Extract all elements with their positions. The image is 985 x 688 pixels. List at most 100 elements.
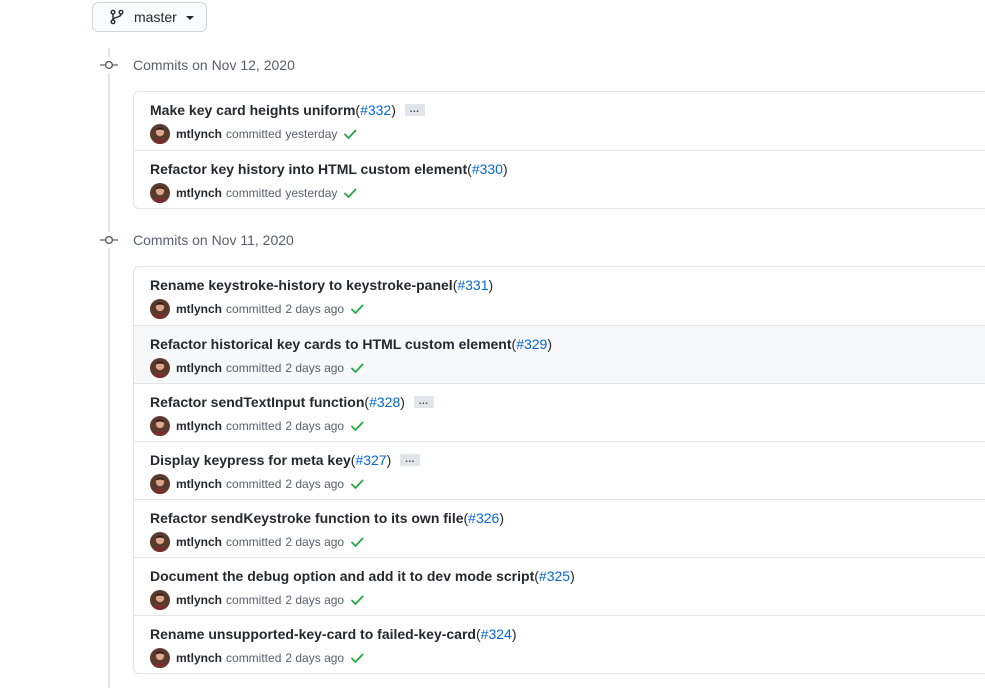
pr-close-paren: ) [391,102,396,118]
relative-time: 2 days ago [285,302,345,316]
commit-row: Display keypress for meta key (#327)… mtl… [134,441,985,499]
author-link[interactable]: mtlynch [176,477,222,491]
avatar[interactable] [150,358,170,378]
commit-message-link[interactable]: Refactor key history into HTML custom el… [150,161,467,177]
pull-request-link[interactable]: #326 [468,510,499,526]
git-commit-icon [100,232,118,248]
author-link[interactable]: mtlynch [176,127,222,141]
branch-name: master [134,9,177,25]
commit-title: Refactor sendTextInput function (#328)… [150,394,434,410]
avatar[interactable] [150,532,170,552]
commit-meta: mtlynch committed 2 days ago [150,590,364,610]
check-icon[interactable] [350,361,364,375]
relative-time: yesterday [285,186,338,200]
author-link[interactable]: mtlynch [176,419,222,433]
commit-title: Make key card heights uniform (#332)… [150,102,425,118]
commit-message-link[interactable]: Refactor historical key cards to HTML cu… [150,336,512,352]
pr-close-paren: ) [400,394,405,410]
commit-row: Document the debug option and add it to … [134,557,985,615]
git-commit-icon [100,57,118,73]
pull-request-link[interactable]: #330 [472,161,503,177]
avatar[interactable] [150,416,170,436]
commit-list: Rename keystroke-history to keystroke-pa… [133,266,985,674]
pull-request-link[interactable]: #325 [539,568,570,584]
commit-message-link[interactable]: Rename unsupported-key-card to failed-ke… [150,626,476,642]
pull-request-link[interactable]: #328 [369,394,400,410]
avatar[interactable] [150,124,170,144]
commit-verb: committed [226,302,282,316]
commit-message-link[interactable]: Document the debug option and add it to … [150,568,534,584]
git-branch-icon [109,9,125,25]
avatar[interactable] [150,474,170,494]
expand-message-button[interactable]: … [400,454,421,466]
commit-row: Rename unsupported-key-card to failed-ke… [134,615,985,673]
branch-select-button[interactable]: master [92,2,207,32]
chevron-down-icon [185,16,194,20]
relative-time: yesterday [285,127,338,141]
commit-verb: committed [226,535,282,549]
check-icon[interactable] [350,535,364,549]
author-link[interactable]: mtlynch [176,302,222,316]
check-icon[interactable] [343,186,357,200]
relative-time: 2 days ago [285,477,345,491]
author-link[interactable]: mtlynch [176,593,222,607]
pull-request-link[interactable]: #327 [355,452,386,468]
commit-row: Make key card heights uniform (#332)… mtl… [134,92,985,150]
check-icon[interactable] [350,477,364,491]
avatar[interactable] [150,590,170,610]
commit-title: Document the debug option and add it to … [150,568,575,584]
commit-title: Rename unsupported-key-card to failed-ke… [150,626,516,642]
pr-close-paren: ) [502,161,508,177]
commit-title: Display keypress for meta key (#327)… [150,452,421,468]
pull-request-link[interactable]: #332 [360,102,391,118]
commit-verb: committed [226,361,282,375]
relative-time: 2 days ago [285,651,345,665]
pr-close-paren: ) [570,568,575,584]
commit-row: Rename keystroke-history to keystroke-pa… [134,267,985,325]
check-icon[interactable] [350,419,364,433]
author-link[interactable]: mtlynch [176,361,222,375]
commit-title: Refactor sendKeystroke function to its o… [150,510,504,526]
commit-message-link[interactable]: Rename keystroke-history to keystroke-pa… [150,277,453,293]
commit-group-date: Commits on Nov 11, 2020 [133,232,294,248]
commit-verb: committed [226,593,282,607]
commit-message-link[interactable]: Display keypress for meta key [150,452,351,468]
check-icon[interactable] [350,651,364,665]
pr-close-paren: ) [511,626,517,642]
commit-verb: committed [226,477,282,491]
commit-title: Refactor historical key cards to HTML cu… [150,336,552,352]
avatar[interactable] [150,183,170,203]
commit-verb: committed [226,651,282,665]
commit-verb: committed [226,127,282,141]
pr-close-paren: ) [386,452,392,468]
commit-group-date: Commits on Nov 12, 2020 [133,57,295,73]
commit-message-link[interactable]: Refactor sendTextInput function [150,394,364,410]
expand-message-button[interactable]: … [404,104,425,116]
check-icon[interactable] [343,127,357,141]
commit-meta: mtlynch committed 2 days ago [150,648,364,668]
commit-meta: mtlynch committed 2 days ago [150,299,364,319]
pull-request-link[interactable]: #331 [457,277,488,293]
commit-verb: committed [226,419,282,433]
commit-row: Refactor key history into HTML custom el… [134,150,985,208]
commit-row: Refactor historical key cards to HTML cu… [134,325,985,383]
check-icon[interactable] [350,302,364,316]
avatar[interactable] [150,299,170,319]
commit-message-link[interactable]: Refactor sendKeystroke function to its o… [150,510,464,526]
commit-meta: mtlynch committed 2 days ago [150,358,364,378]
author-link[interactable]: mtlynch [176,535,222,549]
commit-message-link[interactable]: Make key card heights uniform [150,102,355,118]
expand-message-button[interactable]: … [413,396,434,408]
relative-time: 2 days ago [285,535,345,549]
commit-group-heading: Commits on Nov 12, 2020 [100,55,295,75]
check-icon[interactable] [350,593,364,607]
timeline-line [108,48,110,688]
avatar[interactable] [150,648,170,668]
author-link[interactable]: mtlynch [176,186,222,200]
pr-close-paren: ) [547,336,553,352]
pull-request-link[interactable]: #324 [481,626,512,642]
author-link[interactable]: mtlynch [176,651,222,665]
relative-time: 2 days ago [285,419,345,433]
commit-meta: mtlynch committed yesterday [150,183,357,203]
pull-request-link[interactable]: #329 [516,336,547,352]
